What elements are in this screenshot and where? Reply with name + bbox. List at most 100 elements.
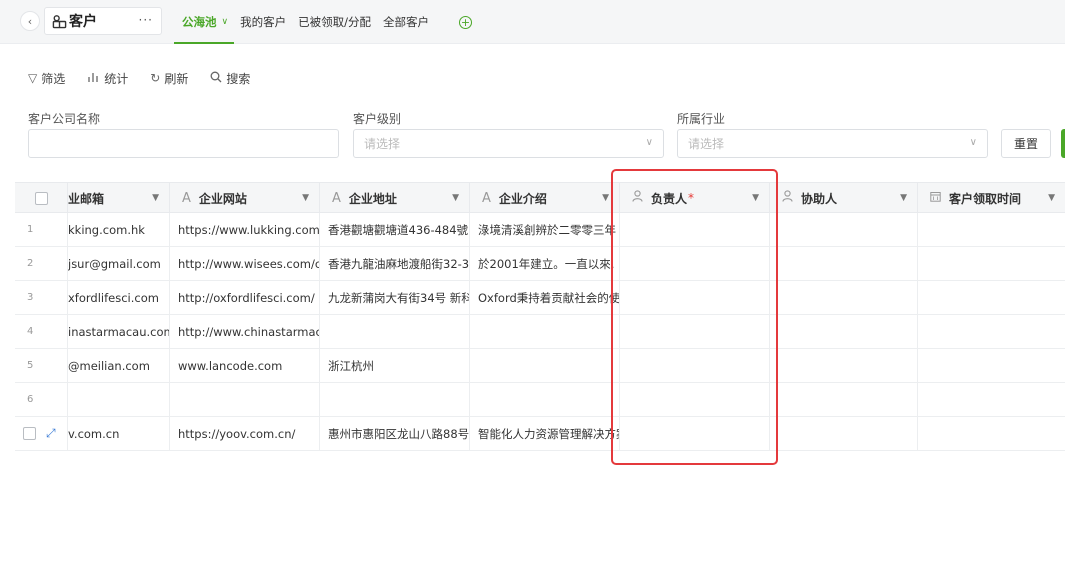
reset-button[interactable]: 重置 xyxy=(1001,129,1051,158)
address-cell[interactable] xyxy=(320,315,470,348)
owner-cell[interactable] xyxy=(620,417,770,450)
website-cell[interactable] xyxy=(170,383,320,416)
refresh-button[interactable]: ↻ 刷新 xyxy=(150,70,188,87)
claim-time-cell[interactable] xyxy=(918,213,1065,246)
caret-down-icon[interactable]: ▼ xyxy=(452,193,459,203)
caret-down-icon[interactable]: ▼ xyxy=(1048,193,1055,203)
website-cell[interactable]: http://www.wisees.com/cata xyxy=(170,247,320,280)
website-cell[interactable]: http://oxfordlifesci.com/ xyxy=(170,281,320,314)
email-cell[interactable] xyxy=(68,383,170,416)
email-cell[interactable]: inastarmacau.com xyxy=(68,315,170,348)
website-cell[interactable]: http://www.chinastarmacau xyxy=(170,315,320,348)
intro-cell[interactable] xyxy=(470,315,620,348)
refresh-label: 刷新 xyxy=(164,71,189,86)
column-header-claim-time[interactable]: 客户领取时间 ▼ xyxy=(918,183,1065,213)
toolbar: ▽ 筛选 统计 ↻ 刷新 搜索 xyxy=(28,68,272,88)
intro-cell[interactable] xyxy=(470,349,620,382)
assistant-cell[interactable] xyxy=(770,247,918,280)
email-cell[interactable]: v.com.cn xyxy=(68,417,170,450)
owner-cell[interactable] xyxy=(620,383,770,416)
app-switcher[interactable]: 客户 ··· xyxy=(44,7,162,35)
column-header-website[interactable]: A 企业网站 ▼ xyxy=(170,183,320,213)
table-row[interactable]: 4 inastarmacau.com http://www.chinastarm… xyxy=(15,315,1065,349)
caret-down-icon[interactable]: ▼ xyxy=(302,193,309,203)
tab-public-pool[interactable]: 公海池 ∨ xyxy=(173,0,235,44)
owner-cell[interactable] xyxy=(620,247,770,280)
intro-cell[interactable] xyxy=(470,383,620,416)
query-button[interactable] xyxy=(1061,129,1065,158)
website-cell[interactable]: https://www.lukking.com.hk xyxy=(170,213,320,246)
address-cell[interactable]: 香港觀塘觀塘道436-484號 xyxy=(320,213,470,246)
owner-cell[interactable] xyxy=(620,315,770,348)
table-row[interactable]: 2 jsur@gmail.com http://www.wisees.com/c… xyxy=(15,247,1065,281)
owner-cell[interactable] xyxy=(620,349,770,382)
tab-my-customers[interactable]: 我的客户 xyxy=(240,0,286,44)
caret-down-icon[interactable]: ▼ xyxy=(752,193,759,203)
owner-cell[interactable] xyxy=(620,213,770,246)
table-row[interactable]: ⤢ v.com.cn https://yoov.com.cn/ 惠州市惠阳区龙山… xyxy=(15,417,1065,451)
address-cell[interactable] xyxy=(320,383,470,416)
table-row[interactable]: 6 xyxy=(15,383,1065,417)
table-row[interactable]: 5 @meilian.com www.lancode.com 浙江杭州 xyxy=(15,349,1065,383)
filter-button[interactable]: ▽ 筛选 xyxy=(28,70,65,87)
level-placeholder: 请选择 xyxy=(364,137,401,151)
intro-cell[interactable]: 於2001年建立。一直以來, xyxy=(470,247,620,280)
column-header-email[interactable]: 业邮箱 ▼ xyxy=(68,183,170,213)
address-cell[interactable]: 九龙新蒲岗大有街34号 新科 xyxy=(320,281,470,314)
row-index: 3 xyxy=(15,281,68,314)
intro-cell[interactable]: 淥境清溪創辨於二零零三年 xyxy=(470,213,620,246)
email-cell[interactable]: xfordlifesci.com xyxy=(68,281,170,314)
owner-cell[interactable] xyxy=(620,281,770,314)
address-cell[interactable]: 香港九龍油麻地渡船街32-36 xyxy=(320,247,470,280)
assistant-cell[interactable] xyxy=(770,281,918,314)
email-cell[interactable]: @meilian.com xyxy=(68,349,170,382)
row-checkbox[interactable] xyxy=(23,427,36,440)
website-cell[interactable]: https://yoov.com.cn/ xyxy=(170,417,320,450)
email-cell[interactable]: kking.com.hk xyxy=(68,213,170,246)
row-index: 4 xyxy=(15,315,68,348)
select-all-checkbox[interactable] xyxy=(34,191,48,205)
intro-cell[interactable]: 智能化人力资源管理解决方案 xyxy=(470,417,620,450)
chevron-left-icon[interactable]: ‹ xyxy=(20,11,40,31)
text-type-icon: A xyxy=(332,190,341,206)
caret-down-icon[interactable]: ▼ xyxy=(152,193,159,203)
tab-label: 公海池 xyxy=(182,15,217,29)
assistant-cell[interactable] xyxy=(770,383,918,416)
caret-down-icon[interactable]: ▼ xyxy=(602,193,609,203)
column-header-address[interactable]: A 企业地址 ▼ xyxy=(320,183,470,213)
assistant-cell[interactable] xyxy=(770,213,918,246)
table-row[interactable]: 3 xfordlifesci.com http://oxfordlifesci.… xyxy=(15,281,1065,315)
assistant-cell[interactable] xyxy=(770,349,918,382)
plus-circle-icon[interactable]: + xyxy=(458,15,472,29)
address-cell[interactable]: 惠州市惠阳区龙山八路88号 xyxy=(320,417,470,450)
assistant-cell[interactable] xyxy=(770,315,918,348)
select-all-cell xyxy=(15,183,68,213)
level-label: 客户级别 xyxy=(353,112,402,126)
expand-icon[interactable]: ⤢ xyxy=(46,426,56,441)
tab-claimed[interactable]: 已被领取/分配 xyxy=(298,0,371,44)
claim-time-cell[interactable] xyxy=(918,349,1065,382)
industry-select[interactable]: 请选择 ∨ xyxy=(677,129,988,158)
tab-all-customers[interactable]: 全部客户 xyxy=(383,0,429,44)
claim-time-cell[interactable] xyxy=(918,315,1065,348)
column-header-assistant[interactable]: 协助人 ▼ xyxy=(770,183,918,213)
email-cell[interactable]: jsur@gmail.com xyxy=(68,247,170,280)
address-cell[interactable]: 浙江杭州 xyxy=(320,349,470,382)
assistant-cell[interactable] xyxy=(770,417,918,450)
more-icon[interactable]: ··· xyxy=(139,13,153,27)
claim-time-cell[interactable] xyxy=(918,247,1065,280)
company-name-input[interactable] xyxy=(28,129,339,158)
level-select[interactable]: 请选择 ∨ xyxy=(353,129,664,158)
stats-button[interactable]: 统计 xyxy=(87,70,128,87)
intro-cell[interactable]: Oxford秉持着贡献社会的使 xyxy=(470,281,620,314)
table-row[interactable]: 1 kking.com.hk https://www.lukking.com.h… xyxy=(15,213,1065,247)
claim-time-cell[interactable] xyxy=(918,417,1065,450)
row-index: 2 xyxy=(15,247,68,280)
column-header-owner[interactable]: 负责人 * ▼ xyxy=(620,183,770,213)
website-cell[interactable]: www.lancode.com xyxy=(170,349,320,382)
claim-time-cell[interactable] xyxy=(918,383,1065,416)
claim-time-cell[interactable] xyxy=(918,281,1065,314)
search-button[interactable]: 搜索 xyxy=(210,70,250,87)
column-header-intro[interactable]: A 企业介绍 ▼ xyxy=(470,183,620,213)
caret-down-icon[interactable]: ▼ xyxy=(900,193,907,203)
